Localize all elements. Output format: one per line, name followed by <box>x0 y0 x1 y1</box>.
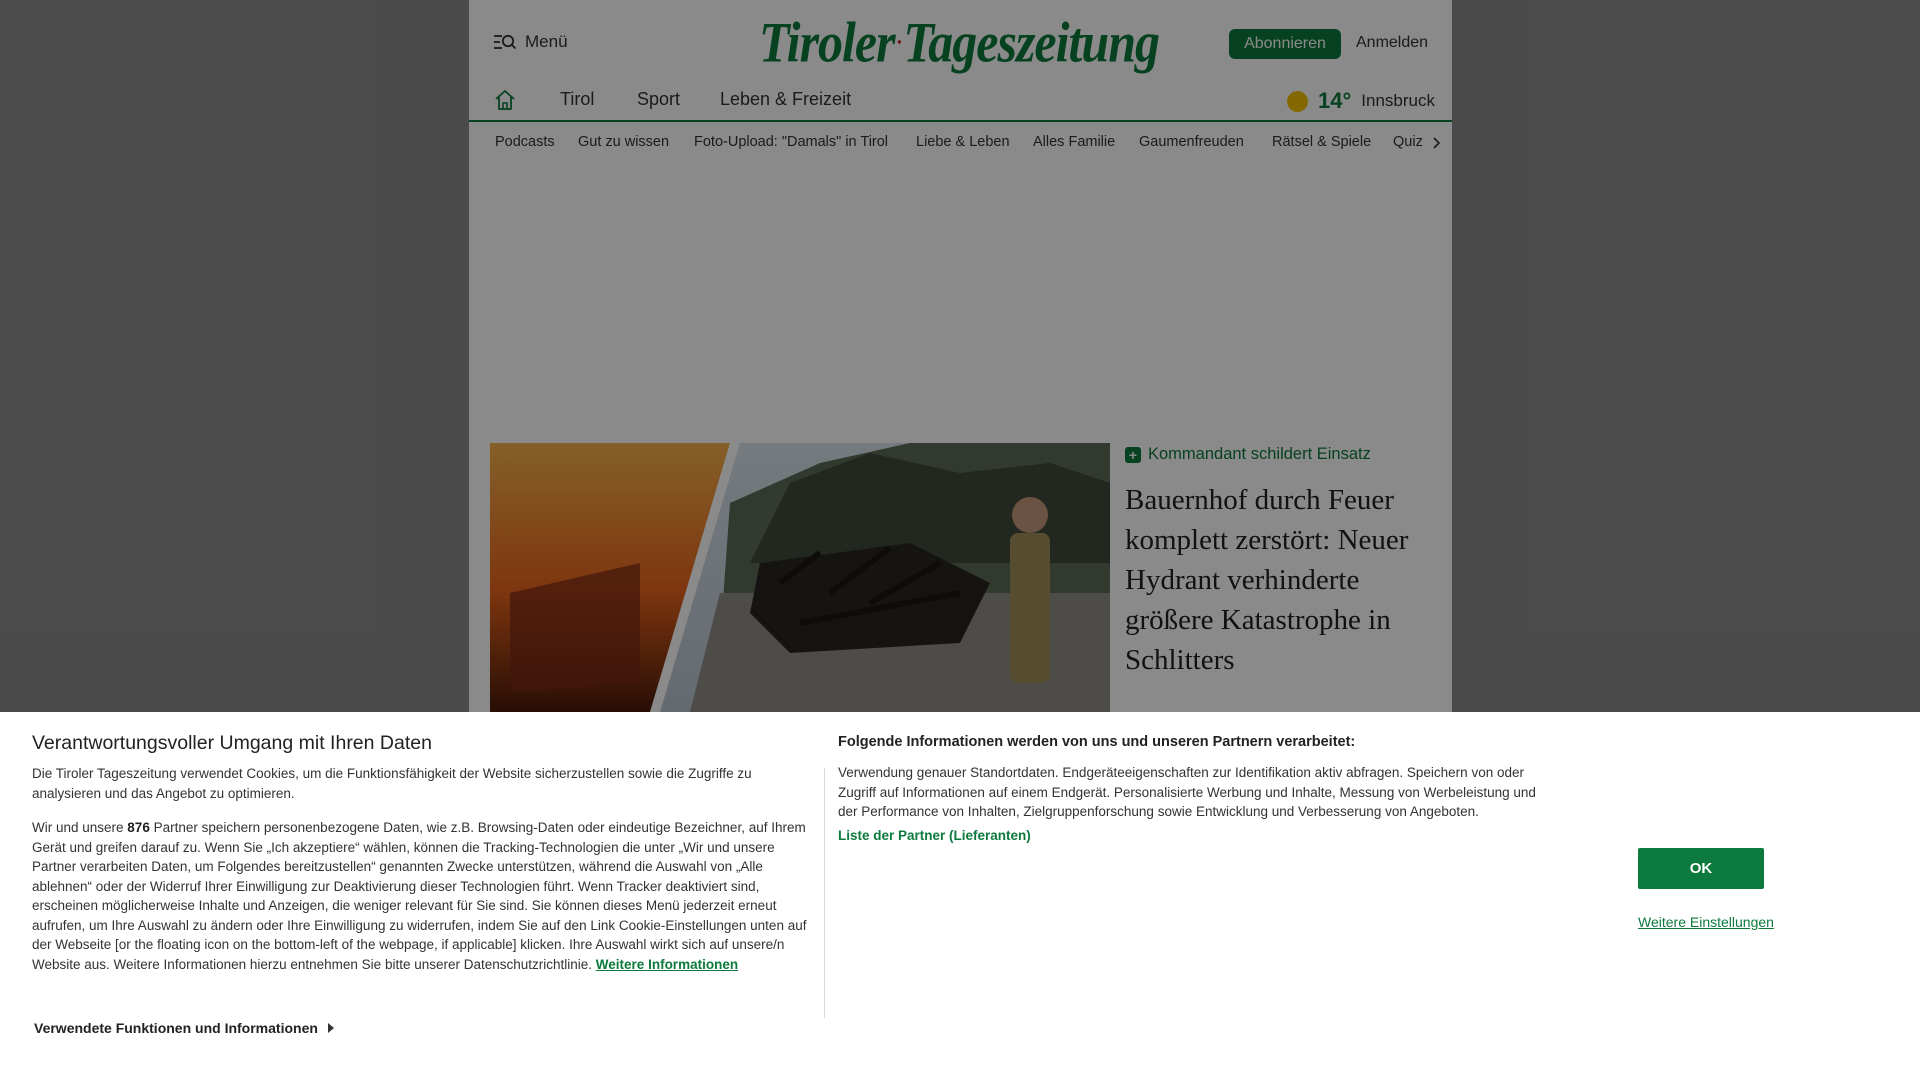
consent-body-start: Wir und unsere <box>32 820 128 835</box>
consent-divider <box>824 768 825 1018</box>
partners-list-link[interactable]: Liste der Partner (Lieferanten) <box>838 828 1031 843</box>
more-settings-link[interactable]: Weitere Einstellungen <box>1638 914 1774 930</box>
consent-body: Wir und unsere 876 Partner speichern per… <box>32 818 812 974</box>
info-title: Folgende Informationen werden von uns un… <box>838 734 1356 750</box>
ok-button[interactable]: OK <box>1638 848 1764 889</box>
functions-toggle[interactable]: Verwendete Funktionen und Informationen <box>34 1020 334 1036</box>
cookie-consent-banner: Verantwortungsvoller Umgang mit Ihren Da… <box>0 712 1920 1080</box>
consent-body-rest: Partner speichern personenbezogene Daten… <box>32 820 807 972</box>
consent-title: Verantwortungsvoller Umgang mit Ihren Da… <box>32 732 432 754</box>
more-info-link[interactable]: Weitere Informationen <box>596 957 738 972</box>
functions-toggle-label: Verwendete Funktionen und Informationen <box>34 1020 318 1036</box>
consent-intro: Die Tiroler Tageszeitung verwendet Cooki… <box>32 766 752 801</box>
caret-right-icon <box>327 1023 334 1033</box>
partner-count: 876 <box>127 820 150 835</box>
page-dim-overlay <box>0 0 1920 712</box>
info-text: Verwendung genauer Standortdaten. Endger… <box>838 765 1536 819</box>
